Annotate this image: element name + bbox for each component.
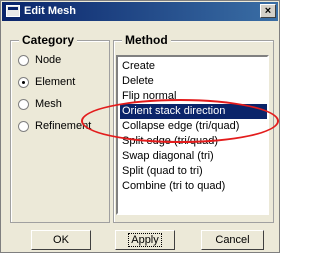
radio-label: Node bbox=[35, 54, 62, 66]
category-group: Category Node Element Mesh Refinement bbox=[10, 33, 110, 223]
radio-label: Refinement bbox=[35, 120, 92, 132]
ok-button[interactable]: OK bbox=[31, 230, 91, 250]
method-group: Method Create Delete Flip normal Orient … bbox=[113, 33, 274, 223]
radio-button[interactable] bbox=[18, 54, 29, 66]
list-item[interactable]: Split edge (tri/quad) bbox=[120, 134, 267, 149]
list-item-selected[interactable]: Orient stack direction bbox=[120, 104, 267, 119]
radio-button[interactable] bbox=[18, 120, 29, 132]
ok-label: OK bbox=[53, 234, 69, 246]
radio-label: Mesh bbox=[35, 98, 62, 110]
radio-node[interactable]: Node bbox=[18, 53, 61, 67]
apply-button[interactable]: Apply bbox=[115, 230, 175, 250]
list-item[interactable]: Create bbox=[120, 59, 267, 74]
cancel-label: Cancel bbox=[215, 234, 250, 246]
title-bar[interactable]: Edit Mesh × bbox=[2, 2, 278, 21]
list-item[interactable]: Collapse edge (tri/quad) bbox=[120, 119, 267, 134]
apply-label: Apply bbox=[128, 233, 162, 247]
radio-button[interactable] bbox=[18, 98, 29, 110]
list-item[interactable]: Combine (tri to quad) bbox=[120, 179, 267, 194]
radio-refinement[interactable]: Refinement bbox=[18, 119, 91, 133]
list-item[interactable]: Swap diagonal (tri) bbox=[120, 149, 267, 164]
method-list[interactable]: Create Delete Flip normal Orient stack d… bbox=[116, 55, 269, 215]
radio-element[interactable]: Element bbox=[18, 75, 75, 89]
edit-mesh-dialog: Edit Mesh × Category Node Element Mesh R… bbox=[0, 0, 280, 253]
radio-mesh[interactable]: Mesh bbox=[18, 97, 62, 111]
radio-label: Element bbox=[35, 76, 76, 88]
list-item[interactable]: Split (quad to tri) bbox=[120, 164, 267, 179]
radio-button[interactable] bbox=[18, 76, 29, 88]
list-item[interactable]: Flip normal bbox=[120, 89, 267, 104]
method-title: Method bbox=[122, 33, 171, 47]
list-item[interactable]: Delete bbox=[120, 74, 267, 89]
category-title: Category bbox=[19, 33, 78, 47]
close-button[interactable]: × bbox=[260, 4, 276, 18]
cancel-button[interactable]: Cancel bbox=[201, 230, 264, 250]
window-icon bbox=[6, 5, 20, 17]
window-title: Edit Mesh bbox=[24, 5, 76, 17]
